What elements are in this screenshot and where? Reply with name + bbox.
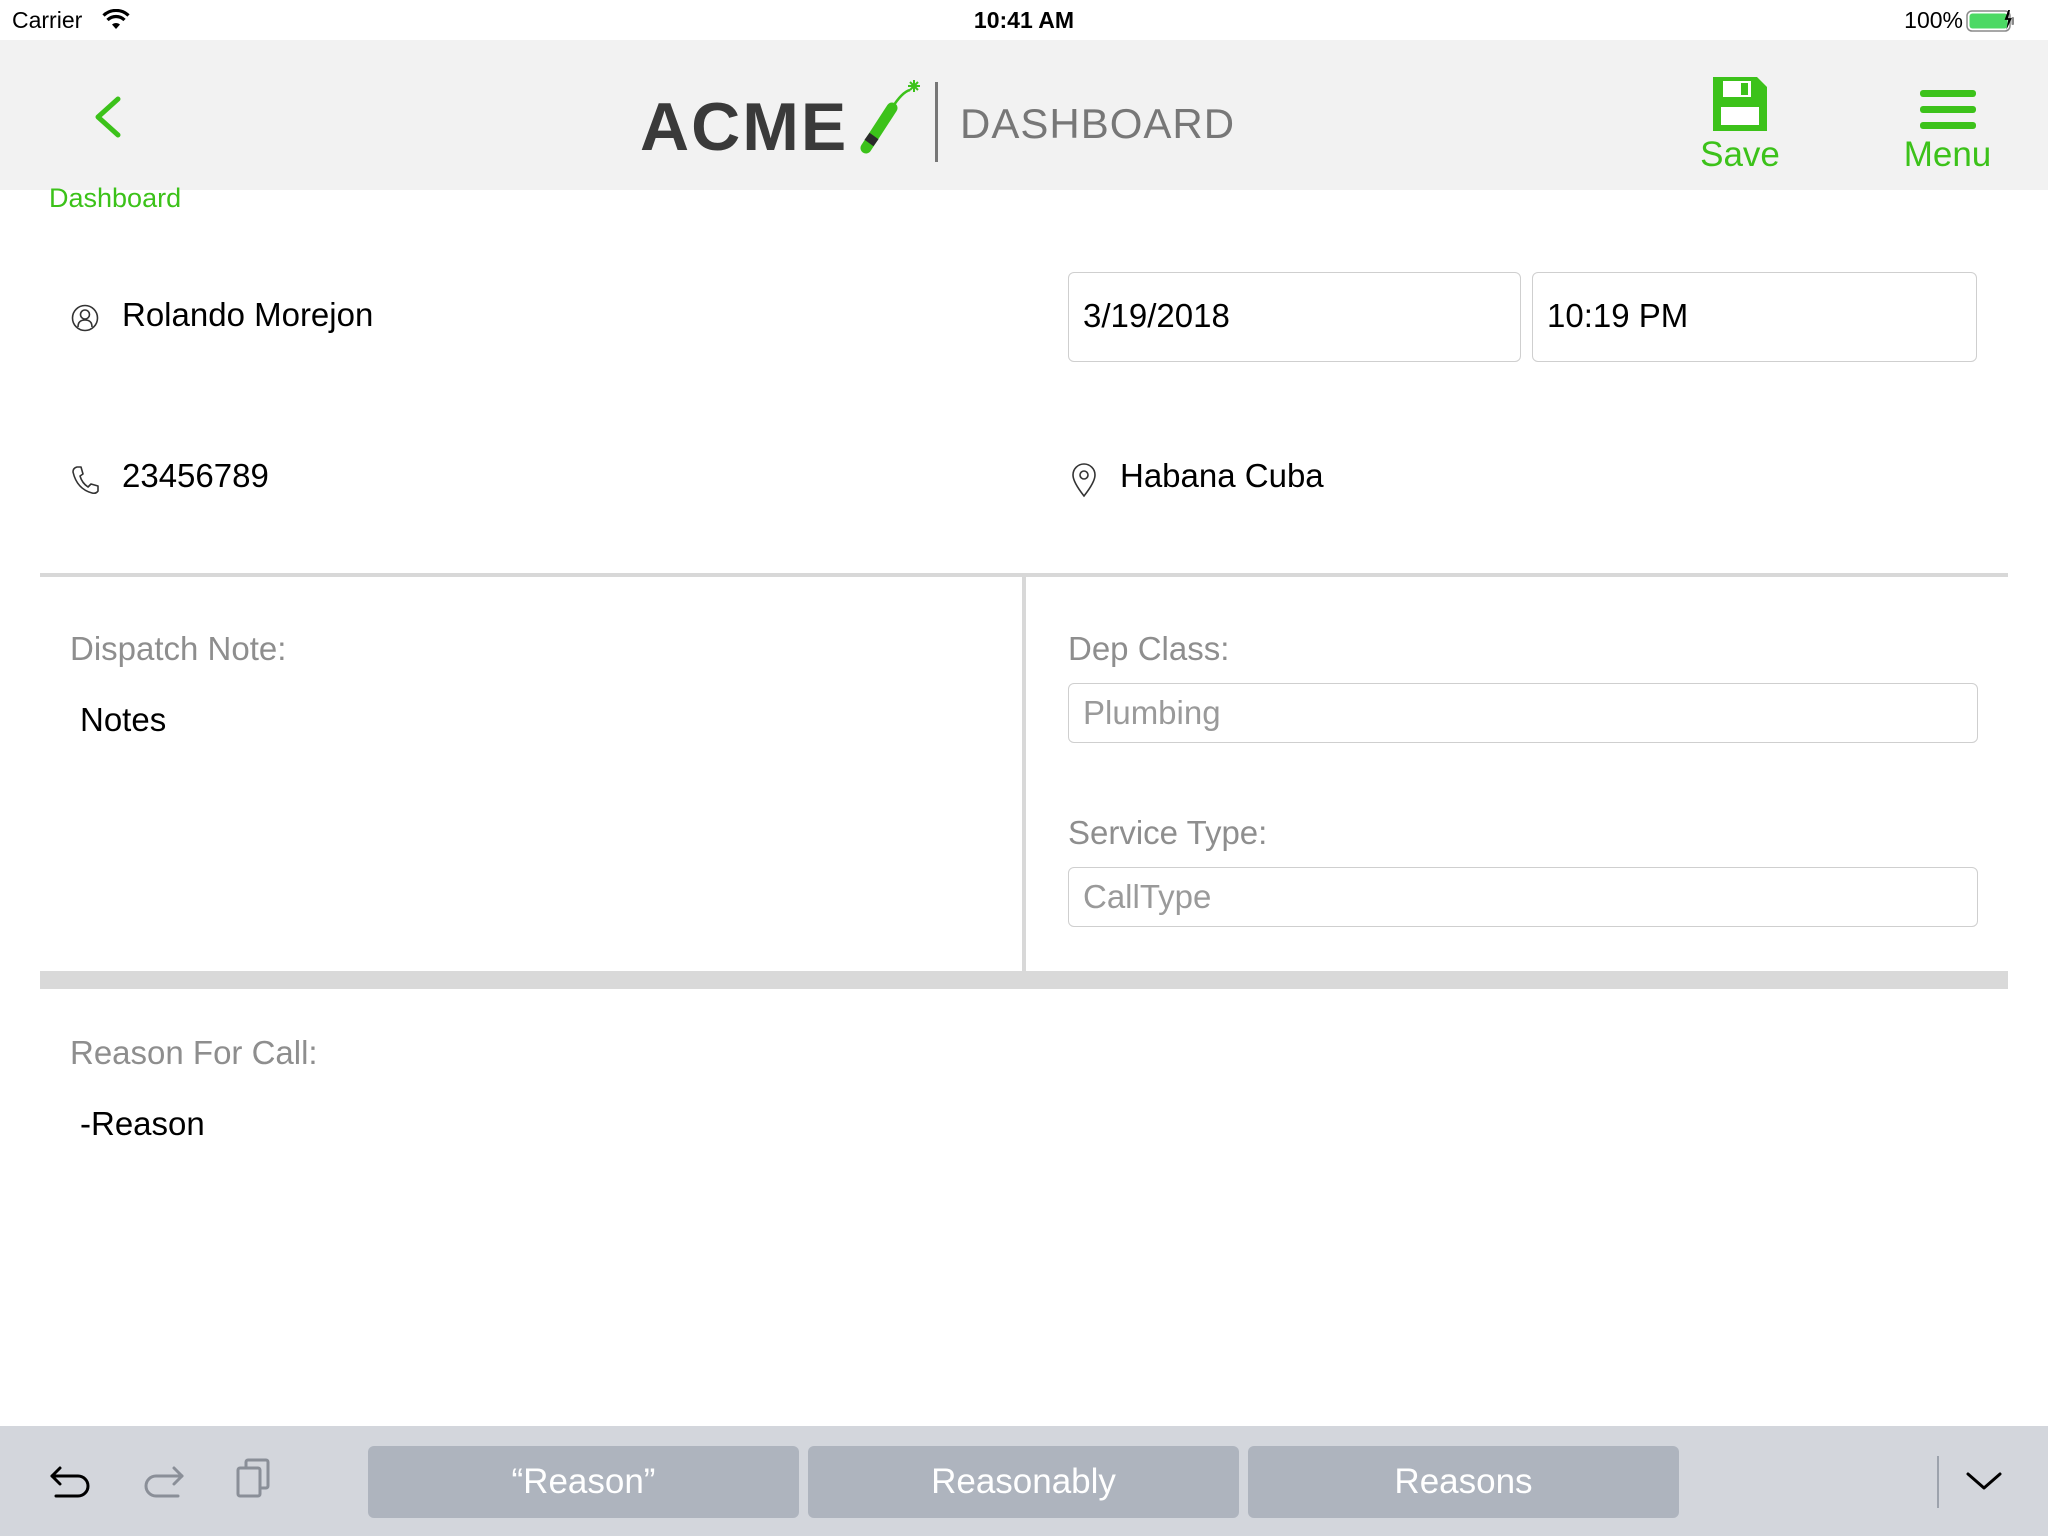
time-field[interactable]: 10:19 PM (1532, 272, 1977, 362)
menu-label: Menu (1903, 135, 1992, 174)
save-label: Save (1700, 135, 1780, 174)
service-type-field[interactable]: CallType (1068, 867, 1978, 927)
customer-name: Rolando Morejon (122, 296, 374, 333)
clock: 10:41 AM (973, 7, 1075, 33)
location-pin-icon (1070, 462, 1098, 503)
menu-button[interactable]: Menu (1895, 88, 2000, 178)
back-label: Dashboard (49, 183, 182, 213)
battery-percent: 100% (1904, 7, 1963, 33)
suggestion-1[interactable]: “Reason” (368, 1446, 799, 1518)
navigation-bar: Dashboard ACME DASHBOARD Save Menu (0, 40, 2048, 213)
time-value: 10:19 PM (1547, 297, 1689, 334)
customer-location: Habana Cuba (1120, 457, 1324, 494)
logo-text: ACME (640, 89, 849, 165)
dispatch-note-value[interactable]: Notes (80, 701, 166, 739)
keyboard-shortcut-bar: “Reason” Reasonably Reasons (0, 1426, 2048, 1536)
date-field[interactable]: 3/19/2018 (1068, 272, 1521, 362)
save-button[interactable]: Save (1690, 73, 1790, 178)
user-icon (70, 303, 100, 338)
dep-class-placeholder: Plumbing (1083, 694, 1221, 731)
dispatch-note-label: Dispatch Note: (70, 630, 287, 667)
customer-phone: 23456789 (122, 457, 269, 494)
chevron-left-icon (90, 95, 124, 144)
battery-icon (1966, 10, 2018, 37)
acme-logo: ACME DASHBOARD (640, 70, 1234, 170)
paste-icon[interactable] (234, 1456, 274, 1505)
reason-input[interactable]: -Reason (80, 1105, 205, 1143)
dynamite-icon (852, 74, 932, 159)
column-divider (1022, 576, 1026, 972)
undo-icon[interactable] (48, 1462, 94, 1507)
status-bar: Carrier 10:41 AM 100% (0, 0, 2048, 40)
date-value: 3/19/2018 (1083, 297, 1230, 334)
keyboard-divider (1937, 1456, 1939, 1508)
suggestion-3[interactable]: Reasons (1248, 1446, 1679, 1518)
section-title: DASHBOARD (960, 100, 1236, 147)
hamburger-menu-icon (1918, 88, 1978, 137)
dep-class-label: Dep Class: (1068, 630, 1230, 667)
service-type-placeholder: CallType (1083, 878, 1212, 915)
service-type-label: Service Type: (1068, 814, 1268, 851)
suggestion-2-label: Reasonably (931, 1462, 1116, 1501)
suggestion-1-label: “Reason” (511, 1462, 656, 1501)
logo-divider (935, 82, 938, 162)
suggestion-2[interactable]: Reasonably (808, 1446, 1239, 1518)
section-separator (40, 971, 2008, 989)
chevron-down-icon[interactable] (1964, 1468, 2004, 1499)
redo-icon[interactable] (140, 1462, 186, 1507)
reason-label: Reason For Call: (70, 1034, 318, 1071)
suggestion-3-label: Reasons (1394, 1462, 1533, 1501)
phone-icon (70, 464, 100, 501)
floppy-disk-icon (1709, 73, 1771, 140)
dep-class-field[interactable]: Plumbing (1068, 683, 1978, 743)
back-button[interactable]: Dashboard (40, 95, 190, 215)
